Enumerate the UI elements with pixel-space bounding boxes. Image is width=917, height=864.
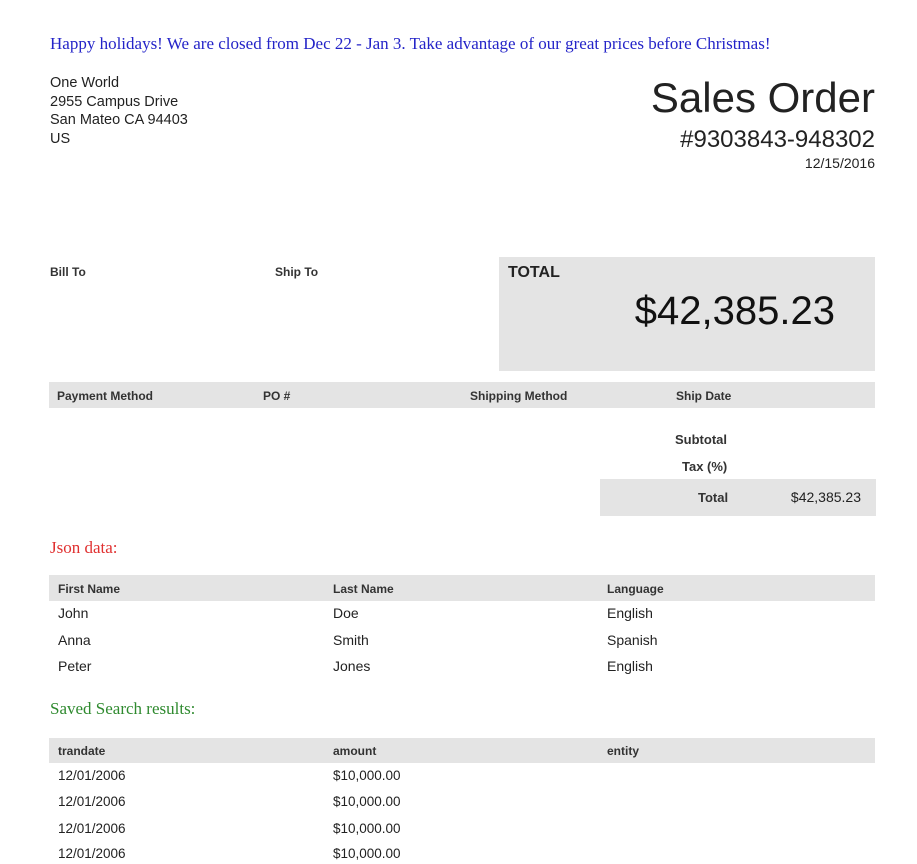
table-row-cell: Anna — [58, 632, 91, 648]
holiday-banner: Happy holidays! We are closed from Dec 2… — [50, 34, 771, 53]
table-row-cell: 12/01/2006 — [58, 821, 126, 836]
subtotal-label: Subtotal — [675, 432, 727, 447]
total-amount: $42,385.23 — [634, 289, 835, 333]
summary-total-label: Total — [698, 490, 729, 505]
document-date: 12/15/2016 — [804, 155, 875, 171]
table-row-cell: Peter — [58, 658, 92, 674]
trandate-header: trandate — [58, 744, 106, 758]
table-row-cell: Spanish — [607, 632, 658, 648]
table-row-cell: $10,000.00 — [333, 821, 401, 836]
table-row-cell: 12/01/2006 — [58, 794, 126, 809]
total-label: TOTAL — [508, 264, 560, 281]
ship-to-label: Ship To — [275, 265, 319, 279]
order-info-header: Payment Method PO # Shipping Method Ship… — [49, 382, 875, 408]
company-street: 2955 Campus Drive — [50, 93, 179, 110]
table-row-cell: English — [607, 605, 653, 621]
document-number: #9303843-948302 — [680, 126, 875, 153]
company-name: One World — [50, 75, 120, 91]
table-row-cell: John — [58, 605, 89, 621]
total-box: TOTAL $42,385.23 — [499, 257, 875, 371]
payment-method-header: Payment Method — [57, 389, 154, 403]
table-row-cell: 12/01/2006 — [58, 768, 126, 783]
bill-to-label: Bill To — [50, 265, 86, 279]
table-row-cell: $10,000.00 — [333, 768, 401, 783]
saved-search-header: trandate amount entity — [49, 738, 875, 763]
tax-label: Tax (%) — [682, 459, 728, 474]
po-number-header: PO # — [263, 389, 291, 403]
table-row-cell: $10,000.00 — [333, 846, 401, 861]
last-name-header: Last Name — [333, 582, 394, 596]
table-row-cell: $10,000.00 — [333, 794, 401, 809]
language-header: Language — [607, 582, 664, 596]
table-row-cell: English — [607, 658, 653, 674]
table-row-cell: 12/01/2006 — [58, 846, 126, 861]
shipping-method-header: Shipping Method — [470, 389, 568, 403]
table-row-cell: Smith — [333, 632, 369, 648]
saved-search-title: Saved Search results: — [50, 699, 196, 718]
document-title: Sales Order — [650, 74, 875, 121]
amount-header: amount — [333, 744, 377, 758]
company-country: US — [50, 130, 71, 147]
summary-total-row: Total $42,385.23 — [600, 479, 876, 516]
table-row-cell: Doe — [333, 605, 359, 621]
json-section-title: Json data: — [50, 538, 118, 557]
entity-header: entity — [607, 744, 640, 758]
company-city: San Mateo CA 94403 — [50, 112, 188, 128]
json-table-header: First Name Last Name Language — [49, 575, 875, 601]
table-row-cell: Jones — [333, 658, 371, 674]
summary-total-value: $42,385.23 — [790, 489, 861, 505]
document-heading: Sales Order #9303843-948302 12/15/2016 — [651, 74, 875, 172]
first-name-header: First Name — [58, 582, 121, 596]
ship-date-header: Ship Date — [676, 389, 732, 403]
company-address: One World 2955 Campus Drive San Mateo CA… — [50, 74, 188, 148]
